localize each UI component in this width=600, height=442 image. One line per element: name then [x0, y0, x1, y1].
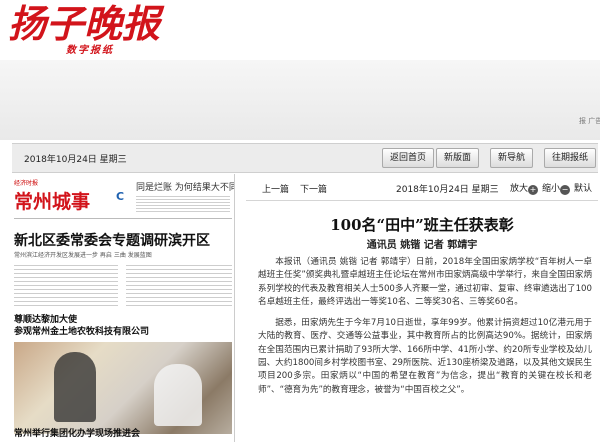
new-nav-button[interactable]: 新导航 — [490, 148, 534, 168]
next-article-link[interactable]: 下一篇 — [300, 182, 327, 195]
preview-tag: 经济时报 — [14, 180, 39, 187]
archive-button[interactable]: 往期报纸 — [544, 148, 597, 168]
preview-text-block-1[interactable] — [14, 262, 118, 308]
home-button[interactable]: 返回首页 — [382, 148, 435, 168]
zoom-out-icon: − — [560, 185, 571, 195]
preview-subline: 常州滨江经济开发区发展进一步 再启 三曲 发展蓝图 — [14, 252, 152, 259]
zoom-in-button[interactable]: 放大 + — [510, 181, 539, 195]
zoom-out-label: 缩小 — [542, 184, 561, 194]
article-paragraph: 本报讯（通讯员 姚锴 记者 郭靖宇）日前，2018年全国田家炳学校“百年树人一卓… — [258, 257, 592, 307]
edition-date: 2018年10月24日 星期三 — [24, 155, 127, 165]
photo-figure-right — [154, 364, 202, 426]
site-logo[interactable]: 扬子晚报 — [8, 2, 160, 46]
article-date: 2018年10月24日 星期三 — [396, 185, 499, 195]
page-preview[interactable]: 经济时报 常州城事 C 同是烂账 为何结果大不同 新北区委常委会专题调研滨开区 … — [12, 174, 235, 442]
preview-headline-1[interactable]: 新北区委常委会专题调研滨开区 — [14, 230, 210, 250]
prev-article-link[interactable]: 上一篇 — [262, 182, 289, 195]
preview-divider — [14, 218, 232, 219]
preview-side-headline[interactable]: 同是烂账 为何结果大不同 — [136, 180, 234, 193]
preview-text-block-2[interactable] — [126, 262, 232, 308]
article-byline: 通讯员 姚锴 记者 郭靖宇 — [366, 240, 478, 251]
preview-header: 经济时报 常州城事 C 同是烂账 为何结果大不同 — [12, 176, 234, 220]
preview-headline-4[interactable]: 常州举行集团化办学现场推进会 — [14, 426, 140, 439]
toolbar: 2018年10月24日 星期三 返回首页 新版面 新导航 往期报纸 — [12, 143, 598, 173]
masthead: 扬子晚报 数字报纸 — [0, 0, 600, 60]
article-paragraph: 据悉，田家炳先生于今年7月10日逝世，享年99岁。他累计捐资超过10亿港元用于大… — [258, 318, 592, 395]
edge-text: 报 广告 — [579, 117, 600, 125]
preview-section-title: 常州城事 — [14, 191, 91, 213]
preview-section-letter: C — [116, 190, 125, 203]
zoom-default-button[interactable]: 默认 — [574, 181, 592, 194]
preview-side-text — [136, 194, 230, 214]
zoom-out-button[interactable]: 缩小 − — [542, 181, 571, 195]
header-ribbon — [0, 60, 600, 140]
preview-headline-3[interactable]: 参观常州金土地农牧科技有限公司 — [14, 324, 149, 337]
new-layout-button[interactable]: 新版面 — [436, 148, 480, 168]
article-body: 本报讯（通讯员 姚锴 记者 郭靖宇）日前，2018年全国田家炳学校“百年树人一卓… — [258, 256, 592, 405]
article-nav: 上一篇 下一篇 2018年10月24日 星期三 放大 + 缩小 − 默认 — [246, 174, 598, 201]
zoom-in-label: 放大 — [510, 184, 529, 194]
zoom-in-icon: + — [528, 185, 539, 195]
photo-figure-left — [54, 352, 96, 422]
site-subtitle: 数字报纸 — [66, 45, 114, 56]
article-panel: 上一篇 下一篇 2018年10月24日 星期三 放大 + 缩小 − 默认 100名“… — [246, 174, 598, 442]
preview-photo[interactable] — [14, 342, 232, 434]
article-title: 100名“田中”班主任获表彰 — [330, 216, 514, 234]
